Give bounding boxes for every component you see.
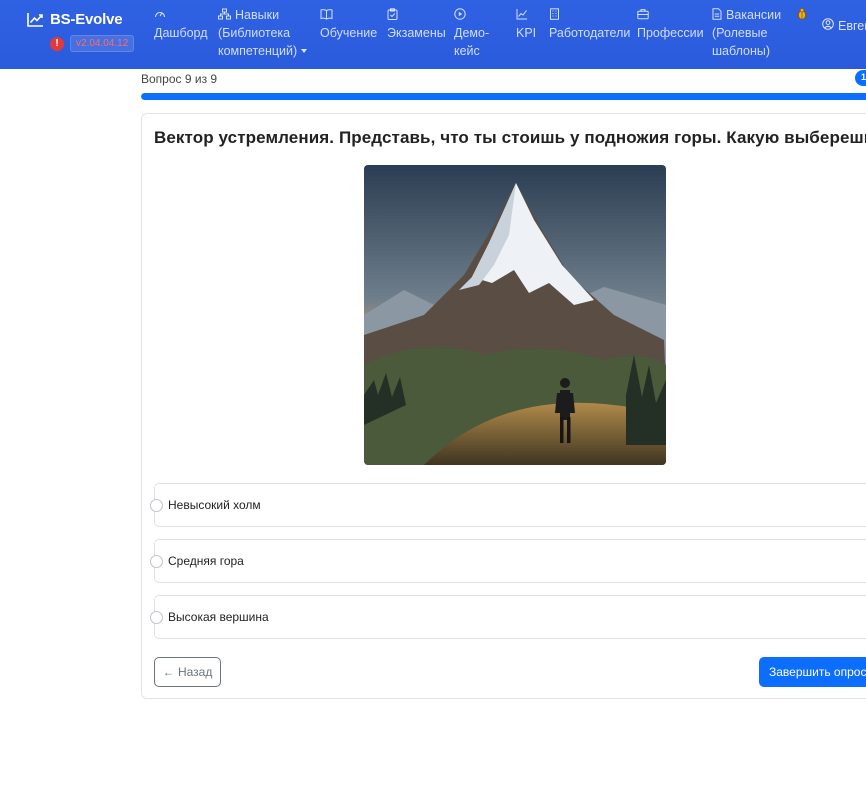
finish-survey-button[interactable]: Завершить опрос — [759, 657, 866, 687]
nav-kpi-label: KPI — [516, 26, 537, 40]
version-badge: v2.04.04.12 — [70, 35, 135, 52]
nav-professions[interactable]: Профессии — [637, 6, 704, 42]
nav-vacancies[interactable]: Вакансии (Ролевые шаблоны) — [712, 6, 781, 60]
answer-option-label: Невысокий холм — [168, 498, 261, 512]
version-row: ! v2.04.04.12 — [50, 35, 135, 52]
nav-vacancies-label-1: Вакансии — [726, 8, 782, 22]
answer-option-3[interactable]: Высокая вершина — [150, 595, 866, 639]
progress-fill — [141, 93, 866, 100]
nav-exams-label: Экзамены — [387, 26, 446, 40]
briefcase-icon — [637, 8, 649, 20]
nav-demo-label-1: Демо- — [454, 26, 490, 40]
radio-button[interactable] — [150, 555, 163, 568]
mountain-image — [364, 165, 666, 465]
nav-vacancies-label-2: (Ролевые — [712, 26, 768, 40]
answer-option-1[interactable]: Невысокий холм — [150, 483, 866, 527]
nav-demo[interactable]: Демо- кейс — [454, 6, 489, 60]
nav-professions-label: Профессии — [637, 26, 704, 40]
document-icon — [712, 8, 722, 20]
question-card: Вектор устремления. Представь, что ты ст… — [141, 113, 866, 699]
trending-up-icon — [27, 12, 44, 27]
nav-kpi[interactable]: KPI — [516, 6, 536, 42]
top-navbar: BS-Evolve ! v2.04.04.12 Дашборд Навыки (… — [0, 0, 866, 69]
brand-title: BS-Evolve — [50, 11, 123, 28]
diagram-icon — [218, 8, 231, 20]
radio-button[interactable] — [150, 499, 163, 512]
nav-vacancies-label-3: шаблоны) — [712, 44, 771, 58]
radio-button[interactable] — [150, 611, 163, 624]
nav-demo-label-2: кейс — [454, 44, 480, 58]
nav-employers-label: Работодатели — [549, 26, 631, 40]
progress-percent-badge: 10 — [855, 70, 866, 86]
progress-bar — [141, 93, 866, 100]
building-icon — [549, 8, 560, 20]
user-name: Евген — [838, 18, 866, 33]
answer-option-2[interactable]: Средняя гора — [150, 539, 866, 583]
book-icon — [320, 8, 333, 20]
nav-skills-label-2: (Библиотека — [218, 26, 291, 40]
question-text: Вектор устремления. Представь, что ты ст… — [154, 128, 866, 147]
nav-skills-label-1: Навыки — [235, 8, 280, 22]
graph-icon — [516, 8, 528, 20]
nav-learning-label: Обучение — [320, 26, 378, 40]
back-button[interactable]: ← Назад — [154, 657, 221, 687]
clipboard-icon — [387, 8, 398, 20]
alert-icon[interactable]: ! — [50, 36, 64, 51]
user-circle-icon — [822, 18, 834, 33]
answer-option-label: Средняя гора — [168, 554, 244, 568]
nav-dashboard-label: Дашборд — [154, 26, 208, 40]
nav-skills[interactable]: Навыки (Библиотека компетенций) — [218, 6, 308, 60]
nav-exams[interactable]: Экзамены — [387, 6, 446, 42]
speedometer-icon — [154, 8, 166, 20]
play-circle-icon — [454, 8, 466, 20]
nav-learning[interactable]: Обучение — [320, 6, 377, 42]
nav-employers[interactable]: Работодатели — [549, 6, 630, 42]
user-menu[interactable]: Евген — [822, 18, 866, 33]
nav-skills-label-3: компетенций) — [218, 44, 298, 58]
progress-label: Вопрос 9 из 9 — [141, 72, 218, 86]
nav-dashboard[interactable]: Дашборд — [154, 6, 208, 42]
answer-option-label: Высокая вершина — [168, 610, 269, 624]
chevron-down-icon — [301, 49, 308, 53]
brand-link[interactable]: BS-Evolve — [27, 11, 123, 28]
bug-icon[interactable] — [795, 7, 809, 21]
